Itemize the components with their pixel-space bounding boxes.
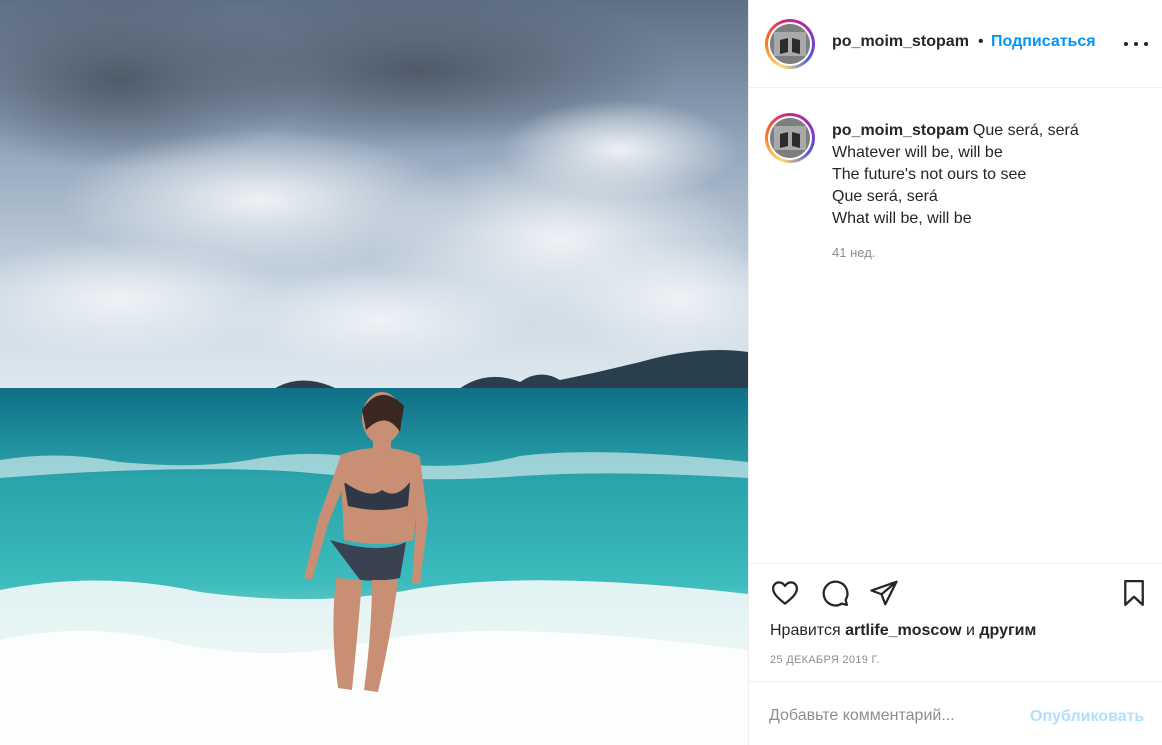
likes-and: и	[966, 622, 975, 639]
follow-button[interactable]: Подписаться	[991, 33, 1096, 51]
beach-photo-image	[0, 0, 748, 745]
follow-separator: •	[978, 33, 984, 50]
caption-time-ago[interactable]: 41 нед.	[832, 245, 875, 260]
post-author-username[interactable]: po_moim_stopam	[832, 33, 969, 51]
comment-form: Опубликовать	[749, 681, 1162, 745]
bookmark-icon[interactable]	[1118, 577, 1150, 609]
post-actions: Нравится artlife_moscow и другим 25 ДЕКА…	[749, 563, 1162, 681]
post-header: po_moim_stopam • Подписаться	[749, 0, 1162, 88]
likes-summary: Нравится artlife_moscow и другим	[770, 622, 1036, 640]
publish-button[interactable]: Опубликовать	[1030, 708, 1144, 726]
caption-line: Que será, será	[832, 188, 938, 205]
caption-line: What will be, will be	[832, 210, 972, 227]
paper-plane-icon[interactable]	[868, 577, 900, 609]
comment-icon[interactable]	[819, 577, 851, 609]
caption-username[interactable]: po_moim_stopam	[832, 122, 969, 139]
avatar[interactable]	[765, 19, 815, 69]
caption-avatar[interactable]	[765, 113, 815, 163]
post-side-panel: po_moim_stopam • Подписаться po_moim_sto…	[748, 0, 1162, 745]
post-date[interactable]: 25 ДЕКАБРЯ 2019 Г.	[770, 654, 880, 666]
caption-section: po_moim_stopam Que será, será Whatever wi…	[749, 89, 1162, 563]
likes-others-link[interactable]: другим	[979, 622, 1036, 639]
caption-line: Que será, será	[972, 122, 1079, 139]
caption-line: The future's not ours to see	[832, 166, 1027, 183]
caption-line: Whatever will be, will be	[832, 144, 1003, 161]
likes-prefix: Нравится	[770, 622, 841, 639]
more-options-icon[interactable]	[1124, 34, 1148, 54]
heart-icon[interactable]	[769, 577, 801, 609]
comment-input[interactable]	[769, 698, 1019, 734]
post-photo[interactable]	[0, 0, 748, 745]
likes-user-link[interactable]: artlife_moscow	[845, 622, 961, 639]
post-caption: po_moim_stopam Que será, será Whatever wi…	[832, 120, 1142, 230]
